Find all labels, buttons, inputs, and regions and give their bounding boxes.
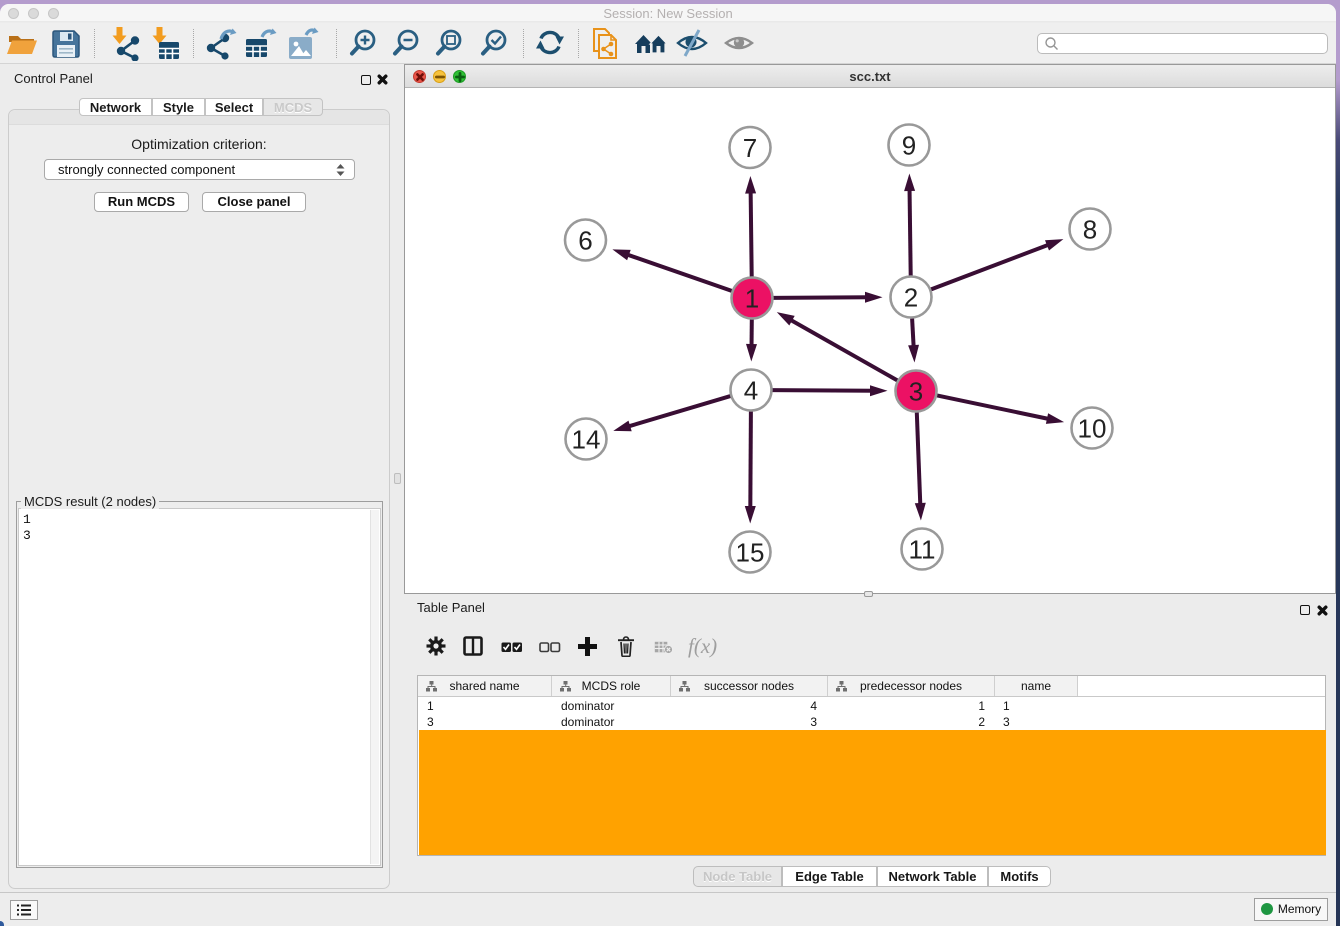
svg-text:11: 11 — [909, 535, 936, 565]
svg-text:8: 8 — [1083, 215, 1097, 245]
svg-text:9: 9 — [902, 131, 916, 161]
svg-text:2: 2 — [904, 283, 918, 313]
svg-text:4: 4 — [744, 376, 758, 406]
svg-text:3: 3 — [909, 377, 923, 407]
svg-text:10: 10 — [1078, 414, 1107, 444]
svg-text:6: 6 — [578, 226, 592, 256]
svg-text:7: 7 — [743, 133, 757, 163]
svg-text:15: 15 — [736, 538, 765, 568]
svg-text:14: 14 — [572, 425, 601, 455]
svg-text:1: 1 — [745, 284, 759, 314]
